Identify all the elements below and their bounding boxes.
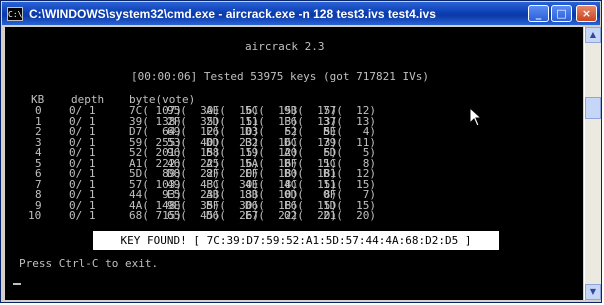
- window-title: C:\WINDOWS\system32\cmd.exe - aircrack.e…: [29, 6, 436, 21]
- minimize-button[interactable]: _: [528, 5, 549, 22]
- program-heading: aircrack 2.3: [245, 40, 325, 53]
- maximize-button[interactable]: □: [551, 5, 572, 22]
- vote-cell: 21( 20): [323, 209, 376, 222]
- key-found-banner: KEY FOUND! [ 7C:39:D7:59:52:A1:5D:57:44:…: [93, 231, 499, 250]
- close-button[interactable]: ×: [576, 5, 597, 22]
- kb-cell: 10: [28, 209, 42, 222]
- title-bar[interactable]: C:\ C:\WINDOWS\system32\cmd.exe - aircra…: [2, 2, 600, 25]
- depth-cell: 0/ 1: [69, 209, 96, 222]
- scroll-up-icon[interactable]: ▲: [585, 27, 601, 43]
- status-line: [00:00:06] Tested 53975 keys (got 717821…: [131, 70, 430, 83]
- text-cursor: [13, 283, 21, 285]
- scroll-thumb[interactable]: [585, 97, 601, 119]
- console-output[interactable]: aircrack 2.3 [00:00:06] Tested 53975 key…: [5, 27, 583, 300]
- exit-prompt: Press Ctrl-C to exit.: [19, 257, 159, 270]
- vertical-scrollbar[interactable]: ▲ ▼: [584, 27, 601, 300]
- window-controls: _ □ ×: [528, 5, 597, 22]
- cmd-icon[interactable]: C:\: [7, 6, 23, 21]
- mouse-pointer-icon: [469, 107, 483, 127]
- console-window: C:\ C:\WINDOWS\system32\cmd.exe - aircra…: [0, 0, 602, 303]
- scroll-down-icon[interactable]: ▼: [585, 284, 601, 300]
